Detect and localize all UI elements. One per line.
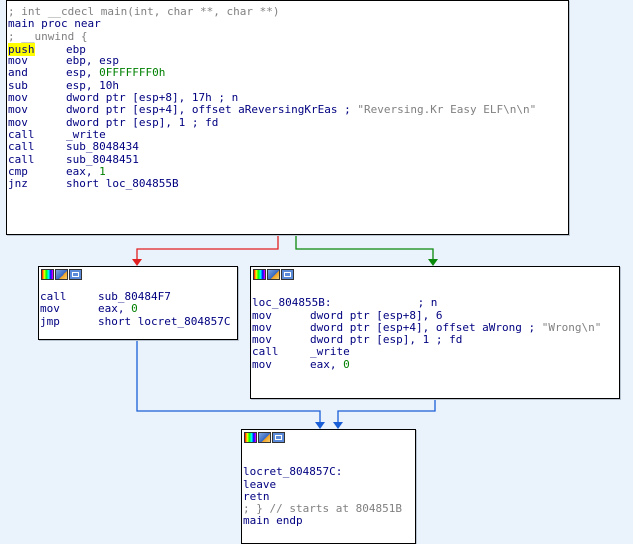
edit-node-icon[interactable] xyxy=(258,432,271,443)
string-comment: "Wrong\n" xyxy=(541,320,602,334)
mnemonic[interactable]: mov xyxy=(40,302,98,315)
arrow-left-to-bottom xyxy=(315,422,325,429)
operand[interactable]: sub_80484F7 xyxy=(98,290,171,303)
disasm-line[interactable]: main endp xyxy=(243,515,415,527)
mnemonic[interactable]: mov xyxy=(8,104,66,117)
node-body: loc_804855B: ; n mov dword ptr [esp+8], 6 m… xyxy=(251,282,619,371)
graph-node-loc-804855b[interactable]: loc_804855B: ; n mov dword ptr [esp+8], 6 m… xyxy=(250,266,620,399)
operand[interactable]: eax, xyxy=(66,165,99,178)
arrow-false-branch xyxy=(132,259,142,266)
operand[interactable]: dword ptr [esp+8], 17h ; n xyxy=(66,91,238,104)
disasm-line[interactable]: ; __unwind { xyxy=(8,29,568,43)
arrow-true-branch xyxy=(428,259,438,266)
edit-node-icon[interactable] xyxy=(267,269,280,280)
graph-node-locret-804857c[interactable]: locret_804857C: leave retn; } // starts at… xyxy=(241,429,416,544)
operand[interactable]: eax, xyxy=(98,302,131,315)
node-header xyxy=(39,267,237,282)
graph-node-main[interactable]: ; int __cdecl main(int, char **, char **… xyxy=(6,0,569,235)
operand[interactable]: eax, xyxy=(310,358,343,371)
numeric-constant[interactable]: 1 xyxy=(99,165,106,178)
disasm-line[interactable]: main proc near xyxy=(8,18,568,30)
mnemonic[interactable]: call xyxy=(252,346,310,359)
operand[interactable]: dword ptr [esp], 1 ; fd xyxy=(310,333,462,346)
mnemonic[interactable]: jmp xyxy=(40,315,98,328)
label-or-directive[interactable]: main endp xyxy=(243,514,303,527)
operand[interactable]: dword ptr [esp+4], offset aReversingKrEa… xyxy=(66,103,357,116)
label-or-directive[interactable]: leave xyxy=(243,478,276,491)
label-or-directive[interactable]: loc_804855B: ; n xyxy=(252,296,437,309)
mnemonic[interactable]: mov xyxy=(252,358,310,371)
comment: ; int __cdecl main(int, char **, char **… xyxy=(8,5,280,18)
node-header xyxy=(251,267,619,282)
label-or-directive[interactable]: locret_804857C: xyxy=(243,465,342,478)
mnemonic[interactable]: jnz xyxy=(8,177,66,190)
disasm-line[interactable]: call _write xyxy=(252,345,619,359)
numeric-constant[interactable]: 0 xyxy=(343,358,350,371)
node-body: ; int __cdecl main(int, char **, char **… xyxy=(7,1,568,190)
numeric-constant[interactable]: 0 xyxy=(131,302,138,315)
color-palette-icon[interactable] xyxy=(244,432,257,443)
edge-false-branch xyxy=(136,235,279,261)
edge-true-branch xyxy=(295,235,434,261)
operand[interactable]: dword ptr [esp], 1 ; fd xyxy=(66,116,218,129)
operand[interactable]: dword ptr [esp+8], 6 xyxy=(310,309,442,322)
graph-overview-icon[interactable] xyxy=(281,269,294,280)
operand[interactable]: esp, xyxy=(66,66,99,79)
color-palette-icon[interactable] xyxy=(253,269,266,280)
operand[interactable]: short locret_804857C xyxy=(98,315,230,328)
operand[interactable]: esp, 10h xyxy=(66,79,119,92)
mnemonic[interactable]: call xyxy=(8,153,66,166)
arrow-right-to-bottom xyxy=(333,422,343,429)
disasm-line[interactable]: mov eax, 0 xyxy=(252,358,619,371)
graph-overview-icon[interactable] xyxy=(272,432,285,443)
operand[interactable]: _write xyxy=(310,345,350,358)
string-comment: "Reversing.Kr Easy ELF\n\n" xyxy=(357,103,537,117)
color-palette-icon[interactable] xyxy=(41,269,54,280)
edge-right-to-bottom xyxy=(337,399,436,424)
operand[interactable]: sub_8048434 xyxy=(66,140,139,153)
operand[interactable]: short loc_804855B xyxy=(66,177,179,190)
operand[interactable]: sub_8048451 xyxy=(66,153,139,166)
disasm-line[interactable]: mov dword ptr [esp], 1 ; fd xyxy=(252,333,619,346)
operand[interactable]: dword ptr [esp+4], offset aWrong ; xyxy=(310,321,542,334)
mnemonic[interactable]: and xyxy=(8,67,66,80)
disasm-line[interactable]: jmp short locret_804857C xyxy=(40,315,237,328)
operand[interactable]: _write xyxy=(66,128,106,141)
operand[interactable]: ebp, esp xyxy=(66,54,119,67)
label-or-directive[interactable]: main proc near xyxy=(8,17,101,30)
comment: ; __unwind { xyxy=(8,29,88,43)
mnemonic[interactable]: call xyxy=(8,140,66,153)
node-header xyxy=(242,430,415,445)
comment: ; } // starts at 804851B xyxy=(243,502,402,516)
edit-node-icon[interactable] xyxy=(55,269,68,280)
label-or-directive[interactable]: retn xyxy=(243,490,270,503)
graph-overview-icon[interactable] xyxy=(69,269,82,280)
numeric-constant[interactable]: 0FFFFFFF0h xyxy=(99,66,165,79)
node-body: locret_804857C: leave retn; } // starts at… xyxy=(242,445,415,528)
disasm-line[interactable]: jnz short loc_804855B xyxy=(8,177,568,190)
graph-node-sub-80484f7[interactable]: call sub_80484F7 mov eax, 0 jmp short locret_… xyxy=(38,266,238,340)
node-body: call sub_80484F7 mov eax, 0 jmp short locret_… xyxy=(39,282,237,328)
disasm-line[interactable]: call sub_80484F7 xyxy=(40,290,237,303)
